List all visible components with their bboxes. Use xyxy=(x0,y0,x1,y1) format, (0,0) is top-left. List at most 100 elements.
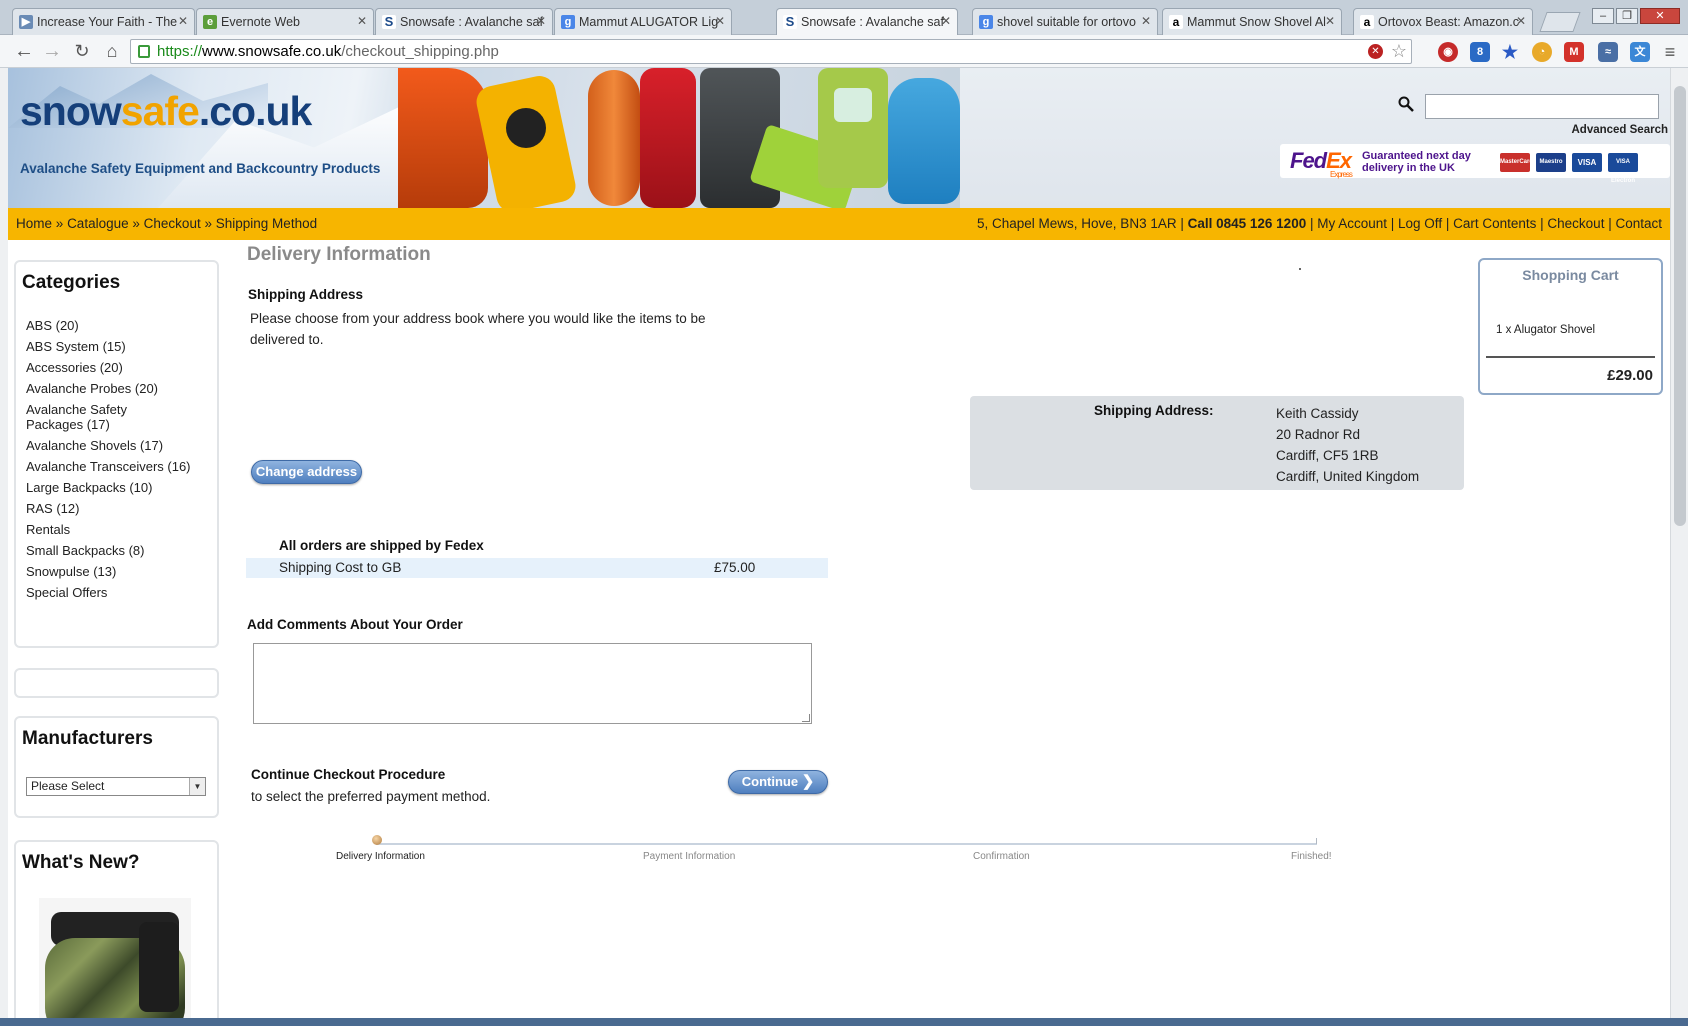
address-line: Cardiff, CF5 1RB xyxy=(1276,448,1379,463)
breadcrumb-checkout[interactable]: Checkout xyxy=(144,216,201,231)
browser-tab-active[interactable]: S Snowsafe : Avalanche saf ✕ xyxy=(776,8,958,36)
category-item[interactable]: Rentals xyxy=(26,522,186,537)
browser-tab[interactable]: e Evernote Web ✕ xyxy=(196,8,374,35)
window-close-icon[interactable]: ✕ xyxy=(1640,8,1680,24)
rss-icon[interactable]: ≈ xyxy=(1598,42,1618,62)
cart-item[interactable]: 1 x Alugator Shovel xyxy=(1496,324,1595,336)
category-item[interactable]: ABS (20) xyxy=(26,318,186,333)
translate-icon[interactable]: 文 xyxy=(1630,42,1650,62)
close-icon[interactable]: ✕ xyxy=(941,14,951,28)
stop-icon[interactable]: ✕ xyxy=(1368,44,1383,59)
tab-title: Evernote Web xyxy=(221,15,300,29)
browser-tab[interactable]: g Mammut ALUGATOR Lig ✕ xyxy=(554,8,732,35)
star-icon[interactable]: ★ xyxy=(1500,42,1520,62)
restore-icon[interactable]: ❐ xyxy=(1616,8,1638,24)
category-item[interactable]: Avalanche Probes (20) xyxy=(26,381,186,396)
menu-icon[interactable]: ≡ xyxy=(1660,42,1680,62)
extension-stop-icon[interactable]: ◉ xyxy=(1438,42,1458,62)
forward-icon[interactable]: → xyxy=(40,40,64,64)
category-link[interactable]: Snowpulse (13) xyxy=(26,564,116,579)
bookmark-star-icon[interactable]: ☆ xyxy=(1391,40,1407,63)
address-bar[interactable]: https://www.snowsafe.co.uk/checkout_ship… xyxy=(130,39,1412,64)
google-icon: g xyxy=(979,15,993,29)
comments-textarea[interactable] xyxy=(253,643,812,724)
category-item[interactable]: RAS (12) xyxy=(26,501,186,516)
close-icon[interactable]: ✕ xyxy=(536,14,546,28)
new-tab-button[interactable] xyxy=(1539,12,1581,32)
site-tagline: Avalanche Safety Equipment and Backcount… xyxy=(20,161,381,176)
close-icon[interactable]: ✕ xyxy=(178,14,188,28)
mastercard-icon: MasterCard xyxy=(1500,153,1533,172)
category-link[interactable]: Special Offers xyxy=(26,585,107,600)
back-icon[interactable]: ← xyxy=(12,40,36,64)
browser-tab[interactable]: g shovel suitable for ortovo ✕ xyxy=(972,8,1158,35)
home-icon[interactable]: ⌂ xyxy=(100,40,124,64)
category-link[interactable]: Avalanche Shovels (17) xyxy=(26,438,163,453)
category-link[interactable]: Avalanche Safety Packages (17) xyxy=(26,402,127,432)
category-link[interactable]: RAS (12) xyxy=(26,501,79,516)
fedex-line: Guaranteed next day xyxy=(1362,150,1471,162)
breadcrumb-home[interactable]: Home xyxy=(16,216,52,231)
whats-new-box: What's New? xyxy=(14,840,219,1018)
minimize-icon[interactable]: – xyxy=(1592,8,1614,24)
category-link[interactable]: ABS (20) xyxy=(26,318,79,333)
shipping-method-heading: All orders are shipped by Fedex xyxy=(279,538,484,553)
calendar-icon[interactable]: 8 xyxy=(1470,42,1490,62)
checkout-link[interactable]: Checkout xyxy=(1547,216,1604,231)
progress-step-payment: Payment Information xyxy=(643,851,736,862)
cart-divider xyxy=(1486,356,1655,358)
advanced-search-link[interactable]: Advanced Search xyxy=(1518,124,1668,136)
whats-new-product-image[interactable] xyxy=(39,898,191,1018)
category-link[interactable]: Large Backpacks (10) xyxy=(26,480,152,495)
category-item[interactable]: Small Backpacks (8) xyxy=(26,543,186,558)
browser-tab[interactable]: a Ortovox Beast: Amazon.c ✕ xyxy=(1353,8,1533,35)
category-item[interactable]: ABS System (15) xyxy=(26,339,186,354)
colorful-extension-icon[interactable]: ◔ xyxy=(1532,42,1552,62)
vertical-scrollbar[interactable] xyxy=(1670,68,1688,1018)
store-address: 5, Chapel Mews, Hove, BN3 1AR xyxy=(977,216,1177,231)
browser-tab[interactable]: S Snowsafe : Avalanche saf ✕ xyxy=(375,8,553,35)
scrollbar-thumb[interactable] xyxy=(1674,86,1686,526)
continue-button[interactable]: Continue ❯ xyxy=(728,770,828,794)
site-logo[interactable]: snowsafe.co.uk xyxy=(20,88,312,135)
log-off-link[interactable]: Log Off xyxy=(1398,216,1442,231)
category-item[interactable]: Special Offers xyxy=(26,585,186,600)
close-icon[interactable]: ✕ xyxy=(1141,14,1151,28)
category-link[interactable]: Avalanche Transceivers (16) xyxy=(26,459,191,474)
category-item[interactable]: Avalanche Safety Packages (17) xyxy=(26,402,136,432)
breadcrumb-shipping-method[interactable]: Shipping Method xyxy=(216,216,317,231)
category-item[interactable]: Avalanche Transceivers (16) xyxy=(26,459,201,474)
my-account-link[interactable]: My Account xyxy=(1317,216,1387,231)
category-item[interactable]: Avalanche Shovels (17) xyxy=(26,438,186,453)
search-input[interactable] xyxy=(1425,94,1659,119)
close-icon[interactable]: ✕ xyxy=(357,14,367,28)
close-icon[interactable]: ✕ xyxy=(715,14,725,28)
shipping-method-row[interactable]: Shipping Cost to GB £75.00 xyxy=(246,558,828,578)
category-link[interactable]: Rentals xyxy=(26,522,70,537)
category-link[interactable]: ABS System (15) xyxy=(26,339,126,354)
tab-title: Mammut Snow Shovel Al xyxy=(1187,15,1326,29)
breadcrumb-catalogue[interactable]: Catalogue xyxy=(67,216,129,231)
resize-grip-icon[interactable] xyxy=(802,714,810,722)
contact-link[interactable]: Contact xyxy=(1615,216,1662,231)
fedex-logo: FedEx Express xyxy=(1290,148,1353,179)
browser-tab[interactable]: a Mammut Snow Shovel Al ✕ xyxy=(1162,8,1342,35)
close-icon[interactable]: ✕ xyxy=(1325,14,1335,28)
cart-contents-link[interactable]: Cart Contents xyxy=(1453,216,1536,231)
change-address-button[interactable]: Change address xyxy=(251,460,362,484)
search-icon[interactable] xyxy=(1398,96,1414,112)
close-icon[interactable]: ✕ xyxy=(1516,14,1526,28)
category-item[interactable]: Accessories (20) xyxy=(26,360,186,375)
browser-tab[interactable]: ▶ Increase Your Faith - The ✕ xyxy=(12,8,195,35)
category-link[interactable]: Avalanche Probes (20) xyxy=(26,381,158,396)
category-item[interactable]: Snowpulse (13) xyxy=(26,564,186,579)
category-link[interactable]: Small Backpacks (8) xyxy=(26,543,144,558)
reload-icon[interactable]: ↻ xyxy=(70,40,94,64)
cart-title[interactable]: Shopping Cart xyxy=(1480,267,1661,283)
chevron-down-icon[interactable]: ▼ xyxy=(189,778,205,795)
gmail-icon[interactable]: M xyxy=(1564,42,1584,62)
category-link[interactable]: Accessories (20) xyxy=(26,360,123,375)
window-edge xyxy=(0,68,8,1018)
category-item[interactable]: Large Backpacks (10) xyxy=(26,480,186,495)
manufacturer-select[interactable]: Please Select ▼ xyxy=(26,777,206,796)
